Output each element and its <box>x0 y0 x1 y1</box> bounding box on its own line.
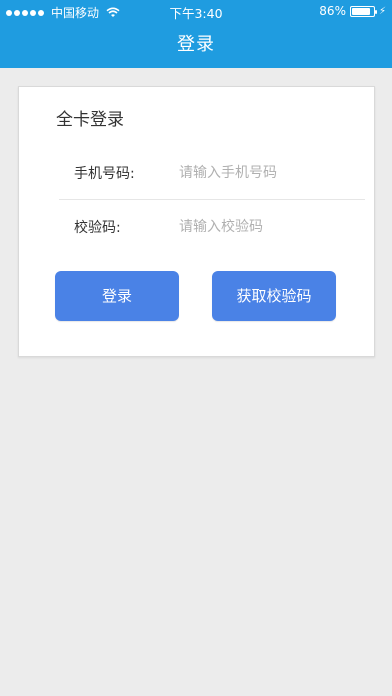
get-code-button[interactable]: 获取校验码 <box>212 271 336 321</box>
battery-percent: 86% <box>319 4 346 18</box>
login-card: 全卡登录 手机号码: 校验码: 登录 获取校验码 <box>18 86 375 357</box>
header-bar: 中国移动 下午3:40 86% ⚡ 登录 <box>0 0 392 68</box>
status-bar: 中国移动 下午3:40 86% ⚡ <box>0 0 392 22</box>
login-button[interactable]: 登录 <box>55 271 179 321</box>
phone-label: 手机号码: <box>74 166 135 182</box>
phone-divider <box>59 199 365 200</box>
battery-fill <box>351 7 371 15</box>
card-title: 全卡登录 <box>56 110 124 130</box>
code-label: 校验码: <box>74 220 121 236</box>
code-input[interactable] <box>179 215 349 239</box>
battery-icon <box>349 5 377 17</box>
page-title: 登录 <box>177 34 215 55</box>
phone-input[interactable] <box>179 161 349 185</box>
bolt-icon: ⚡ <box>378 5 386 17</box>
